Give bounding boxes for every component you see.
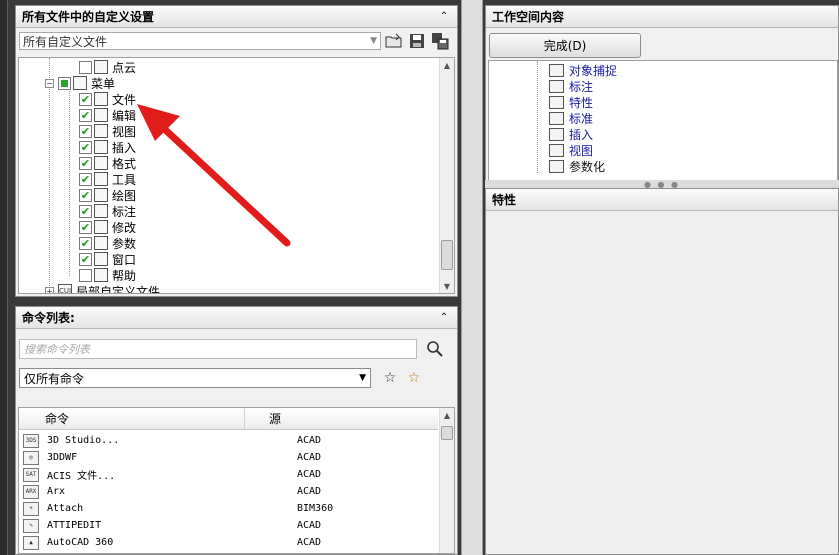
annotation-arrow	[137, 104, 291, 247]
